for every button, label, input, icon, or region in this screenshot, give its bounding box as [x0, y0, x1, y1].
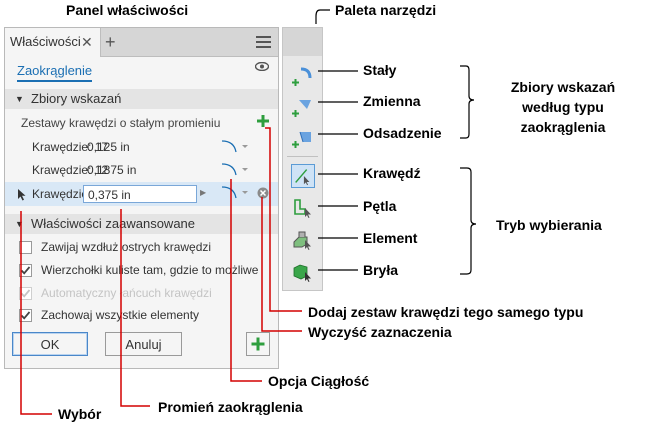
leader-lines: [20, 9, 477, 415]
